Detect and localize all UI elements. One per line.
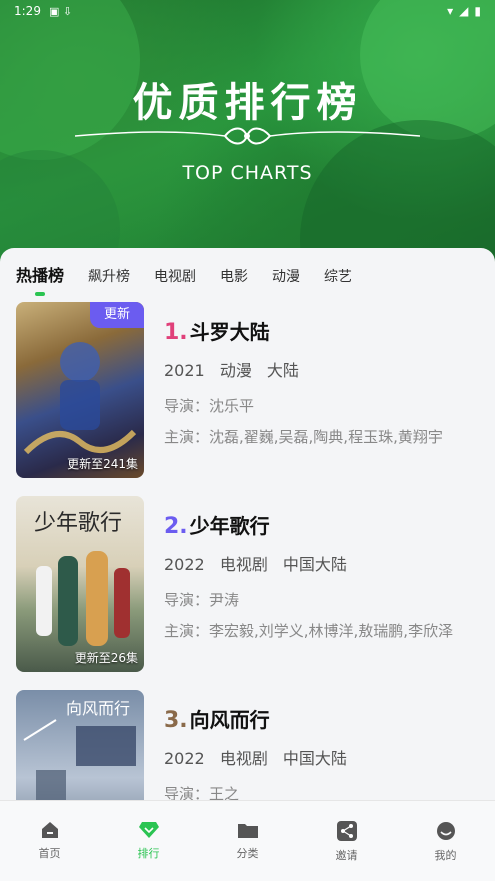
tab-rising[interactable]: 飙升榜	[88, 266, 130, 292]
ornament-divider	[75, 127, 420, 145]
diamond-icon	[138, 822, 159, 838]
list-item[interactable]: 更新 更新至241集 1. 斗罗大陆 2021 动漫 大陆 导演：沈乐平 主演：…	[16, 302, 486, 478]
item-region: 大陆	[266, 361, 299, 380]
item-meta: 2021 动漫 大陆	[164, 357, 443, 381]
list-item[interactable]: 向风而行 3. 向风而行 2022 电视剧 中国大陆 导演：王之	[16, 690, 486, 801]
item-title[interactable]: 少年歌行	[190, 510, 270, 539]
nav-home[interactable]: 首页	[0, 801, 99, 881]
list-item[interactable]: 少年歌行 更新至26集 2. 少年歌行 2022 电视剧 中国大陆 导演：尹涛 …	[16, 496, 486, 672]
item-region: 中国大陆	[282, 749, 347, 768]
item-director: 导演：尹涛	[164, 591, 240, 609]
item-year: 2022	[164, 555, 205, 574]
item-genre: 电视剧	[219, 555, 268, 574]
tab-hot[interactable]: 热播榜	[16, 262, 65, 296]
folder-icon	[237, 824, 258, 838]
item-meta: 2022 电视剧 中国大陆	[164, 551, 453, 575]
page-title: 优质排行榜	[132, 79, 363, 126]
item-info: 1. 斗罗大陆 2021 动漫 大陆 导演：沈乐平 主演：沈磊,翟巍,吴磊,陶典…	[164, 316, 443, 447]
item-info: 3. 向风而行 2022 电视剧 中国大陆 导演：王之	[164, 704, 347, 801]
ranking-panel: 热播榜 飙升榜 电视剧 电影 动漫 综艺 更新 更新至241集 1. 斗罗大陆 …	[0, 248, 495, 801]
nav-label: 首页	[38, 847, 61, 860]
status-bar: 1:29 ▣ ⇩ ▾ ◢ ▮	[0, 0, 495, 22]
item-year: 2021	[164, 361, 205, 380]
item-title[interactable]: 斗罗大陆	[190, 316, 270, 345]
item-director: 导演：沈乐平	[164, 397, 255, 415]
battery-icon: ▮	[474, 4, 481, 18]
tab-movie[interactable]: 电影	[220, 266, 248, 292]
poster-image[interactable]: 向风而行	[16, 690, 144, 801]
bottom-nav: 首页 排行 分类 邀请 我的	[0, 800, 495, 881]
poster-art: 向风而行	[23, 699, 136, 801]
tab-variety[interactable]: 综艺	[324, 266, 352, 292]
svg-text:少年歌行: 少年歌行	[34, 511, 122, 536]
update-badge: 更新	[90, 302, 144, 328]
item-year: 2022	[164, 749, 205, 768]
tab-label: 热播榜	[16, 266, 65, 285]
page-subtitle: TOP CHARTS	[182, 162, 313, 184]
share-icon	[336, 821, 357, 841]
tab-active-indicator	[35, 292, 45, 296]
tab-anime[interactable]: 动漫	[272, 266, 300, 292]
poster-image[interactable]: 更新 更新至241集	[16, 302, 144, 478]
status-time: 1:29	[14, 4, 41, 18]
poster-art	[23, 342, 137, 455]
profile-icon	[436, 822, 455, 840]
item-cast: 主演：李宏毅,刘学义,林博洋,敖瑞鹏,李欣泽	[164, 622, 454, 640]
category-tabs: 热播榜 飙升榜 电视剧 电影 动漫 综艺	[0, 248, 495, 296]
rank-number: 2.	[164, 514, 188, 539]
nav-invite[interactable]: 邀请	[297, 801, 396, 881]
nav-label: 我的	[434, 849, 457, 862]
item-title[interactable]: 向风而行	[190, 704, 270, 733]
nav-profile[interactable]: 我的	[396, 801, 495, 881]
nav-category[interactable]: 分类	[198, 801, 297, 881]
nav-label: 邀请	[335, 849, 358, 862]
status-icons-left: ▣ ⇩	[48, 4, 73, 18]
rank-number: 1.	[164, 320, 188, 345]
item-genre: 电视剧	[219, 749, 268, 768]
wifi-icon: ▾	[447, 4, 454, 18]
nav-label: 排行	[137, 847, 160, 860]
item-region: 中国大陆	[282, 555, 347, 574]
nav-label: 分类	[236, 847, 259, 860]
item-director: 导演：王之	[164, 785, 240, 801]
signal-icon: ◢	[459, 4, 469, 18]
episode-status: 更新至241集	[67, 457, 138, 471]
svg-text:向风而行: 向风而行	[66, 699, 130, 718]
item-genre: 动漫	[219, 361, 252, 380]
item-info: 2. 少年歌行 2022 电视剧 中国大陆 导演：尹涛 主演：李宏毅,刘学义,林…	[164, 510, 453, 641]
home-icon	[41, 822, 58, 838]
episode-status: 更新至26集	[74, 651, 138, 665]
rank-number: 3.	[164, 708, 188, 733]
tab-tv[interactable]: 电视剧	[154, 266, 196, 292]
item-cast: 主演：沈磊,翟巍,吴磊,陶典,程玉珠,黄翔宇	[164, 428, 443, 446]
header-banner: 1:29 ▣ ⇩ ▾ ◢ ▮ 优质排行榜 TOP CHARTS	[0, 0, 495, 275]
status-icons-right: ▾ ◢ ▮	[447, 4, 481, 18]
poster-art: 少年歌行	[34, 511, 130, 646]
poster-image[interactable]: 少年歌行 更新至26集	[16, 496, 144, 672]
nav-ranking[interactable]: 排行	[99, 801, 198, 881]
item-meta: 2022 电视剧 中国大陆	[164, 745, 347, 769]
